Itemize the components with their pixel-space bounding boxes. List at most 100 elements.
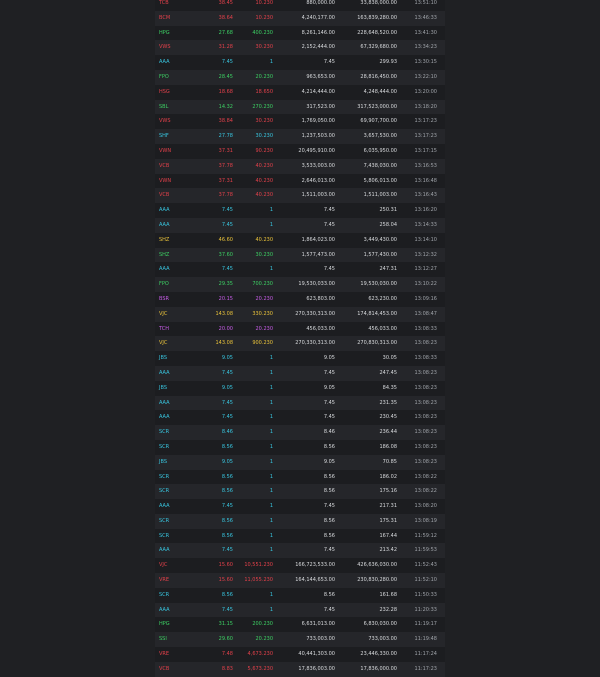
table-row[interactable]: AAA 7.45 1 7.45 213.42 11:59:53 xyxy=(155,543,445,559)
cell-change: 1 xyxy=(269,488,273,495)
cell-change: 40.230 xyxy=(255,192,274,199)
table-row[interactable]: SCR 8.46 1 8.46 236.44 13:08:23 xyxy=(155,425,445,440)
cell-price: 8.83 xyxy=(221,665,233,672)
table-row[interactable]: JBS 9.05 1 9.05 70.85 13:08:23 xyxy=(155,454,445,470)
table-row[interactable]: AAA 7.45 1 7.45 247.31 13:12:27 xyxy=(155,262,445,277)
table-row[interactable]: AAA 7.45 1 7.45 232.28 11:20:33 xyxy=(155,602,445,618)
table-row[interactable]: AAA 7.45 1 7.45 258.04 13:14:33 xyxy=(155,217,445,233)
table-row[interactable]: SCR 8.56 1 8.56 186.08 13:08:23 xyxy=(155,440,445,455)
cell-qty: 623,803.00 xyxy=(306,295,335,302)
table-row[interactable]: FPO 29.35 700.230 19,530,033.00 19,530,030.0… xyxy=(155,277,445,292)
cell-time: 13:16:48 xyxy=(414,177,437,184)
cell-symbol: FPO xyxy=(159,73,169,80)
table-row[interactable]: AAA 7.45 1 7.45 250.31 13:16:20 xyxy=(155,203,445,218)
cell-change: 1 xyxy=(269,458,273,465)
cell-time: 11:50:33 xyxy=(414,591,437,598)
cell-time: 13:08:22 xyxy=(414,473,437,480)
table-row[interactable]: HPG 27.68 400.230 8,261,146.00 228,648,520.0… xyxy=(155,26,445,41)
table-row[interactable]: AAA 7.45 1 7.45 217.31 13:08:20 xyxy=(155,499,445,514)
cell-qty: 8,261,146.00 xyxy=(301,29,335,36)
table-row[interactable]: VRE 7.48 4,673.230 40,441,303.00 23,446,330.… xyxy=(155,647,445,662)
table-row[interactable]: FPO 28.45 20.230 963,653.00 28,816,450.00 13:… xyxy=(155,69,445,85)
cell-qty: 963,653.00 xyxy=(306,73,335,80)
table-row[interactable]: AAA 7.45 1 7.45 299.93 13:30:15 xyxy=(155,55,445,70)
cell-price: 8.56 xyxy=(221,532,233,539)
table-row[interactable]: HPG 31.15 200.230 6,631,013.00 6,830,030.00 1… xyxy=(155,617,445,632)
table-row[interactable]: SCR 8.56 1 8.56 167.44 11:59:12 xyxy=(155,529,445,544)
table-row[interactable]: VJC 143.08 330.230 270,330,313.00 174,814,45… xyxy=(155,306,445,322)
cell-time: 13:14:33 xyxy=(414,221,437,228)
table-row[interactable]: VCB 8.83 5,673.230 17,836,003.00 17,836,000.… xyxy=(155,661,445,677)
cell-qty: 1,511,003.00 xyxy=(301,192,335,199)
table-row[interactable]: SCR 8.56 1 8.56 161.68 11:50:33 xyxy=(155,588,445,603)
cell-symbol: VCB xyxy=(159,192,170,199)
cell-time: 11:20:33 xyxy=(414,606,437,613)
cell-value: 250.31 xyxy=(379,207,398,214)
cell-symbol: AAA xyxy=(159,606,170,613)
cell-price: 8.56 xyxy=(221,591,233,598)
cell-change: 1 xyxy=(269,532,273,539)
cell-qty: 4,214,444.00 xyxy=(301,88,335,95)
table-row[interactable]: HSG 18.68 18.650 4,214,444.00 4,248,444.00 13… xyxy=(155,85,445,100)
cell-price: 20.00 xyxy=(218,325,233,332)
table-row[interactable]: SSI 29.60 20.230 733,003.00 733,003.00 11:19:… xyxy=(155,632,445,648)
table-row[interactable]: VJC 143.08 900.230 270,330,313.00 270,830,31… xyxy=(155,336,445,352)
cell-qty: 1,577,473.00 xyxy=(301,251,335,258)
cell-change: 330.230 xyxy=(252,310,273,317)
cell-price: 38.84 xyxy=(218,118,233,125)
table-row[interactable]: VWS 38.84 30.230 1,769,050.00 69,907,700.00 1… xyxy=(155,114,445,129)
table-row[interactable]: JBS 9.05 1 9.05 84.35 13:08:23 xyxy=(155,381,445,396)
cell-change: 20.230 xyxy=(255,325,274,332)
cell-price: 7.45 xyxy=(221,547,233,554)
cell-value: 217.31 xyxy=(379,503,398,510)
table-row[interactable]: SBL 14.32 270.230 317,523.00 317,523,000.00 1… xyxy=(155,99,445,115)
cell-change: 18.650 xyxy=(255,88,274,95)
table-row[interactable]: TCB 38.45 10.230 880,000.00 33,838,000.00 13:… xyxy=(155,0,445,11)
cell-change: 200.230 xyxy=(252,621,273,628)
table-row[interactable]: SCR 8.56 1 8.56 175.16 13:08:22 xyxy=(155,484,445,500)
table-row[interactable]: SHZ 37.60 30.230 1,577,473.00 1,577,430.00 13… xyxy=(155,247,445,263)
cell-price: 8.56 xyxy=(221,443,233,450)
table-row[interactable]: JBS 9.05 1 9.05 30.05 13:08:33 xyxy=(155,351,445,366)
cell-time: 13:08:47 xyxy=(414,310,437,317)
cell-value: 174,814,453.00 xyxy=(357,310,397,317)
table-row[interactable]: VCB 37.78 40.230 3,533,003.00 7,438,030.00 13… xyxy=(155,158,445,174)
table-row[interactable]: SCR 8.56 1 8.56 186.02 13:08:22 xyxy=(155,470,445,485)
cell-symbol: AAA xyxy=(159,399,170,406)
cell-price: 38.45 xyxy=(218,0,233,6)
cell-time: 13:17:15 xyxy=(414,147,437,154)
cell-time: 13:34:23 xyxy=(414,44,437,51)
cell-time: 13:08:23 xyxy=(414,399,437,406)
cell-time: 13:08:23 xyxy=(414,429,437,436)
table-row[interactable]: AAA 7.45 1 7.45 247.45 13:08:23 xyxy=(155,365,445,381)
table-row[interactable]: SHZ 46.60 40.230 1,864,023.00 3,449,430.00 13… xyxy=(155,233,445,248)
cell-change: 1 xyxy=(269,547,273,554)
table-row[interactable]: VRE 15.60 11,055.230 164,144,653.00 230,830,… xyxy=(155,573,445,588)
table-row[interactable]: VCB 37.78 40.230 1,511,003.00 1,511,003.00 13… xyxy=(155,188,445,204)
cell-qty: 9.05 xyxy=(323,355,335,362)
cell-change: 10,551.230 xyxy=(244,562,273,569)
cell-value: 161.68 xyxy=(379,591,398,598)
table-row[interactable]: SHF 27.78 30.230 1,237,503.00 3,657,530.00 13… xyxy=(155,129,445,144)
table-row[interactable]: BSR 20.15 20.230 623,803.00 623,230.00 13:09:… xyxy=(155,292,445,307)
cell-symbol: AAA xyxy=(159,547,170,554)
table-row[interactable]: VWN 37.31 40.230 2,646,013.00 5,806,013.00 13… xyxy=(155,174,445,189)
cell-value: 7,438,030.00 xyxy=(363,162,397,169)
cell-value: 175.16 xyxy=(379,488,398,495)
table-row[interactable]: VWN 37.31 90.230 20,495,910.00 6,035,950.00 1… xyxy=(155,144,445,159)
table-row[interactable]: AAA 7.45 1 7.45 231.35 13:08:23 xyxy=(155,395,445,411)
cell-qty: 4,240,177.00 xyxy=(301,14,335,21)
cell-symbol: SCR xyxy=(159,443,170,450)
table-row[interactable]: TCH 20.00 20.230 456,033.00 456,033.00 13:08:… xyxy=(155,322,445,337)
table-row[interactable]: VWS 31.28 30.230 2,152,444.00 67,329,680.00 1… xyxy=(155,40,445,56)
table-row[interactable]: SCR 8.56 1 8.56 175.31 13:08:19 xyxy=(155,513,445,529)
cell-change: 1 xyxy=(269,606,273,613)
table-row[interactable]: BCM 38.64 10.230 4,240,177.00 163,839,280.00… xyxy=(155,10,445,26)
cell-price: 37.60 xyxy=(218,251,233,258)
cell-value: 28,816,450.00 xyxy=(360,73,397,80)
table-row[interactable]: AAA 7.45 1 7.45 230.45 13:08:23 xyxy=(155,410,445,425)
cell-time: 13:18:20 xyxy=(414,103,437,110)
cell-value: 231.35 xyxy=(379,399,398,406)
cell-change: 1 xyxy=(269,503,273,510)
table-row[interactable]: VJC 15.60 10,551.230 166,723,533.00 426,636,… xyxy=(155,558,445,573)
